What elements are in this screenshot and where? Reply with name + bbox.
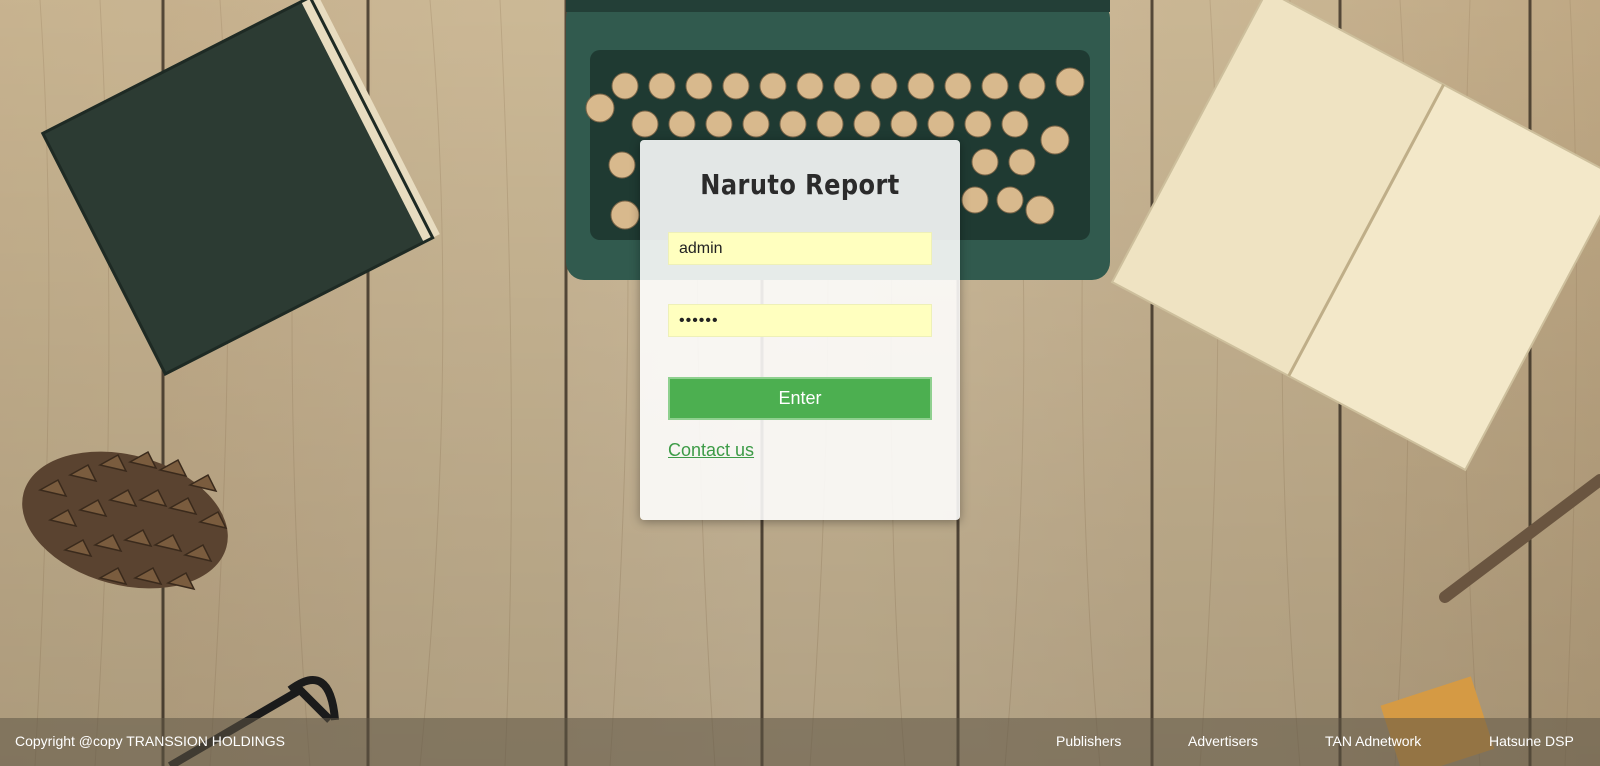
copyright-text: Copyright @copy TRANSSION HOLDINGS: [15, 733, 285, 749]
footer-link-tan-adnetwork[interactable]: TAN Adnetwork: [1325, 733, 1421, 749]
login-page: Naruto Report Enter Contact us Copyright…: [0, 0, 1600, 766]
username-input[interactable]: [668, 232, 932, 265]
footer: Copyright @copy TRANSSION HOLDINGS Publi…: [0, 718, 1600, 766]
enter-button[interactable]: Enter: [668, 377, 932, 420]
login-title: Naruto Report: [700, 168, 900, 201]
login-card: Naruto Report Enter Contact us: [640, 140, 960, 520]
footer-link-advertisers[interactable]: Advertisers: [1188, 733, 1258, 749]
password-input[interactable]: [668, 304, 932, 337]
footer-link-publishers[interactable]: Publishers: [1056, 733, 1121, 749]
contact-us-link[interactable]: Contact us: [668, 440, 754, 461]
footer-link-hatsune-dsp[interactable]: Hatsune DSP: [1489, 733, 1574, 749]
